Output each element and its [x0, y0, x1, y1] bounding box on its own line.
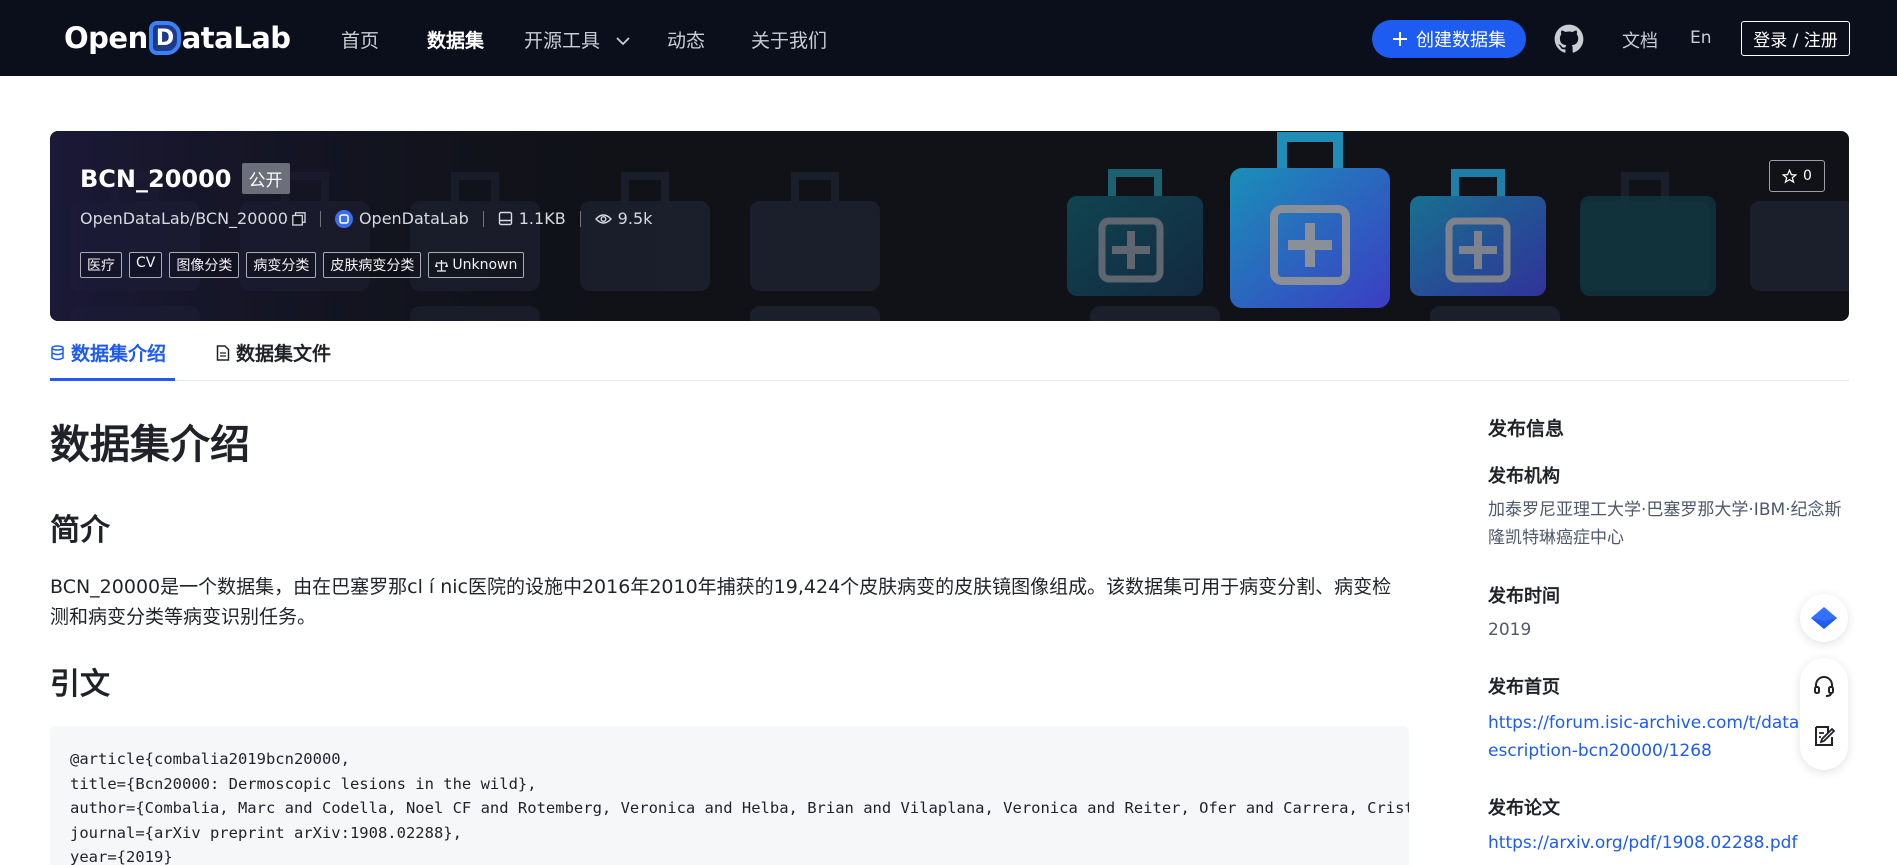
tag-cv[interactable]: CV — [129, 252, 163, 278]
file-icon — [216, 344, 230, 361]
top-navbar: Open D ataLab 首页 数据集 开源工具 动态 关于我们 创建数据集 … — [0, 0, 1897, 76]
feishu-icon — [1811, 607, 1837, 629]
publish-time-label: 发布时间 — [1488, 586, 1560, 607]
active-tab-indicator — [50, 378, 175, 381]
opendatalab-logo[interactable]: Open D ataLab — [64, 18, 291, 58]
citation-heading: 引文 — [50, 667, 110, 702]
meta-separator — [579, 210, 581, 227]
paper-link[interactable]: https://arxiv.org/pdf/1908.02288.pdf — [1488, 829, 1850, 857]
publisher-label: 发布机构 — [1488, 466, 1560, 487]
homepage-link[interactable]: https://forum.isic-archive.com/t/dataset… — [1488, 709, 1850, 765]
tag-medical[interactable]: 医疗 — [80, 252, 122, 278]
logo-d-mark: D — [148, 21, 181, 55]
headset-icon[interactable] — [1812, 674, 1836, 698]
homepage-label: 发布首页 — [1488, 677, 1560, 698]
dataset-title-row: BCN_20000 公开 — [80, 163, 290, 194]
code-line: author={Combalia, Marc and Codella, Noel… — [70, 799, 1409, 817]
tab-dataset-files-label: 数据集文件 — [236, 343, 332, 365]
nav-open-tools[interactable]: 开源工具 — [524, 26, 630, 53]
copy-icon[interactable] — [292, 211, 306, 226]
dataset-tabs: 数据集介绍 数据集文件 — [50, 335, 1849, 381]
code-line: @article{combalia2019bcn20000, — [70, 750, 350, 768]
dataset-banner: BCN_20000 公开 OpenDataLab/BCN_20000 OpenD… — [50, 131, 1849, 321]
tag-list: 医疗 CV 图像分类 病变分类 皮肤病变分类 Unknown — [80, 252, 525, 278]
intro-heading: 简介 — [50, 513, 110, 548]
nav-about[interactable]: 关于我们 — [751, 26, 827, 53]
float-app-button[interactable] — [1800, 594, 1848, 642]
star-count: 0 — [1803, 168, 1812, 184]
dataset-name: BCN_20000 — [80, 164, 232, 193]
scale-icon — [435, 259, 449, 272]
github-icon[interactable] — [1554, 24, 1584, 54]
database-icon — [51, 344, 64, 360]
eye-icon — [594, 213, 612, 224]
view-count: 9.5k — [617, 209, 653, 228]
paper-label: 发布论文 — [1488, 798, 1560, 819]
meta-separator — [482, 210, 484, 227]
visibility-badge: 公开 — [241, 163, 290, 194]
storage-icon — [498, 211, 512, 226]
tab-dataset-intro-label: 数据集介绍 — [71, 343, 167, 365]
create-dataset-label: 创建数据集 — [1416, 30, 1506, 51]
publish-info-heading: 发布信息 — [1488, 418, 1565, 440]
tag-skin-lesion-classification[interactable]: 皮肤病变分类 — [323, 252, 422, 278]
tag-image-classification[interactable]: 图像分类 — [169, 252, 240, 278]
dataset-size: 1.1KB — [518, 209, 566, 228]
create-dataset-button[interactable]: 创建数据集 — [1372, 20, 1526, 58]
intro-paragraph: BCN_20000是一个数据集，由在巴塞罗那cl í nic医院的设施中2016… — [50, 576, 1392, 628]
logo-text-datalab: ataLab — [181, 21, 291, 55]
license-tag[interactable]: Unknown — [428, 252, 525, 278]
plus-icon — [1393, 32, 1407, 46]
nav-open-tools-label: 开源工具 — [524, 30, 601, 52]
code-line: title={Bcn20000: Dermoscopic lesions in … — [70, 774, 537, 793]
feedback-edit-icon[interactable] — [1812, 724, 1836, 748]
nav-home[interactable]: 首页 — [341, 26, 379, 53]
language-switch[interactable]: En — [1690, 28, 1712, 48]
tag-lesion-classification[interactable]: 病变分类 — [246, 252, 317, 278]
dataset-meta-row: OpenDataLab/BCN_20000 OpenDataLab 1.1KB … — [80, 209, 652, 228]
chevron-down-icon — [616, 37, 630, 46]
login-register-button[interactable]: 登录 / 注册 — [1741, 21, 1850, 56]
nav-datasets[interactable]: 数据集 — [427, 26, 484, 53]
logo-text-open: Open — [64, 21, 148, 55]
dataset-path: OpenDataLab/BCN_20000 — [80, 209, 288, 228]
nav-news[interactable]: 动态 — [667, 26, 705, 53]
tab-dataset-intro[interactable]: 数据集介绍 — [50, 339, 166, 366]
code-line: journal={arXiv preprint arXiv:1908.02288… — [70, 823, 462, 842]
tab-dataset-files[interactable]: 数据集文件 — [216, 339, 331, 366]
float-action-panel — [1800, 658, 1848, 770]
code-line: year={2019} — [70, 848, 173, 865]
docs-link[interactable]: 文档 — [1622, 27, 1658, 53]
page-title: 数据集介绍 — [50, 422, 250, 468]
star-button[interactable]: 0 — [1769, 160, 1825, 192]
publish-time-value: 2019 — [1488, 620, 1532, 640]
org-name[interactable]: OpenDataLab — [359, 209, 469, 228]
org-avatar-icon — [334, 209, 353, 228]
publisher-value: 加泰罗尼亚理工大学·巴塞罗那大学·IBM·纪念斯隆凯特琳癌症中心 — [1488, 500, 1842, 548]
meta-separator — [319, 210, 321, 227]
citation-code-block: @article{combalia2019bcn20000, title={Bc… — [50, 726, 1409, 865]
license-label: Unknown — [452, 257, 518, 273]
star-icon — [1782, 168, 1798, 184]
